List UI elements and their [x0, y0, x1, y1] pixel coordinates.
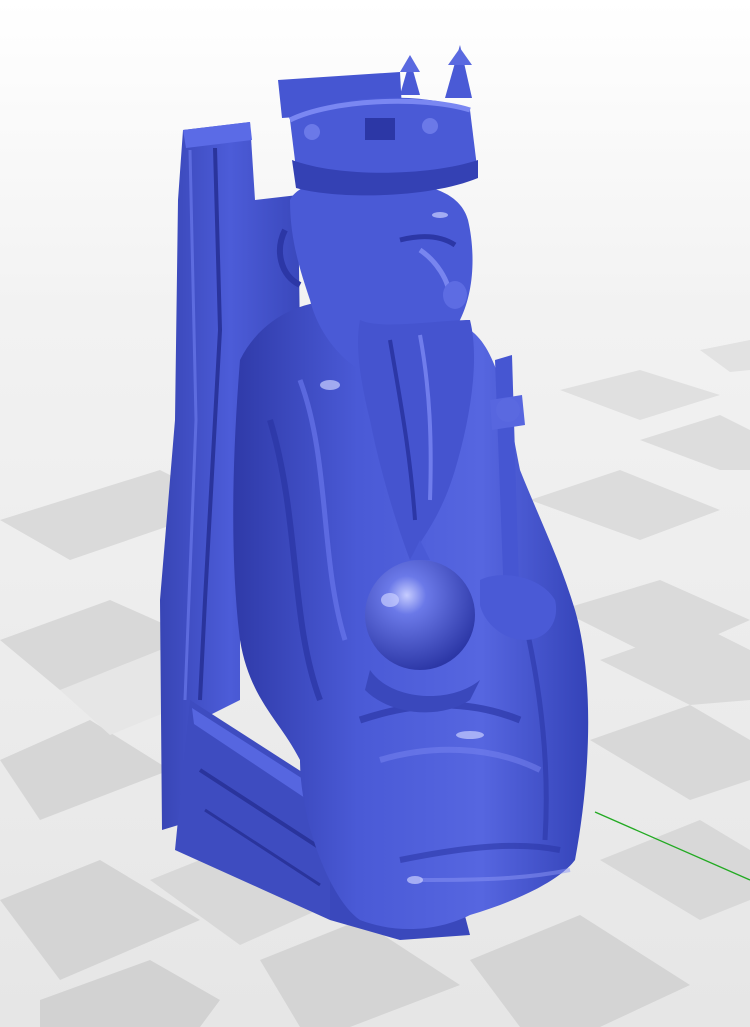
king-model[interactable]: [160, 45, 589, 940]
floor-tile: [640, 415, 750, 470]
3d-viewport[interactable]: [0, 0, 750, 1027]
floor-tile: [560, 370, 720, 420]
floor-tile: [700, 340, 750, 372]
floor-tile: [470, 915, 690, 1027]
floor-tile: [590, 705, 750, 800]
crown: [288, 45, 478, 196]
scene-canvas[interactable]: [0, 0, 750, 1027]
floor-tile: [0, 720, 170, 820]
floor-tile: [530, 470, 720, 540]
